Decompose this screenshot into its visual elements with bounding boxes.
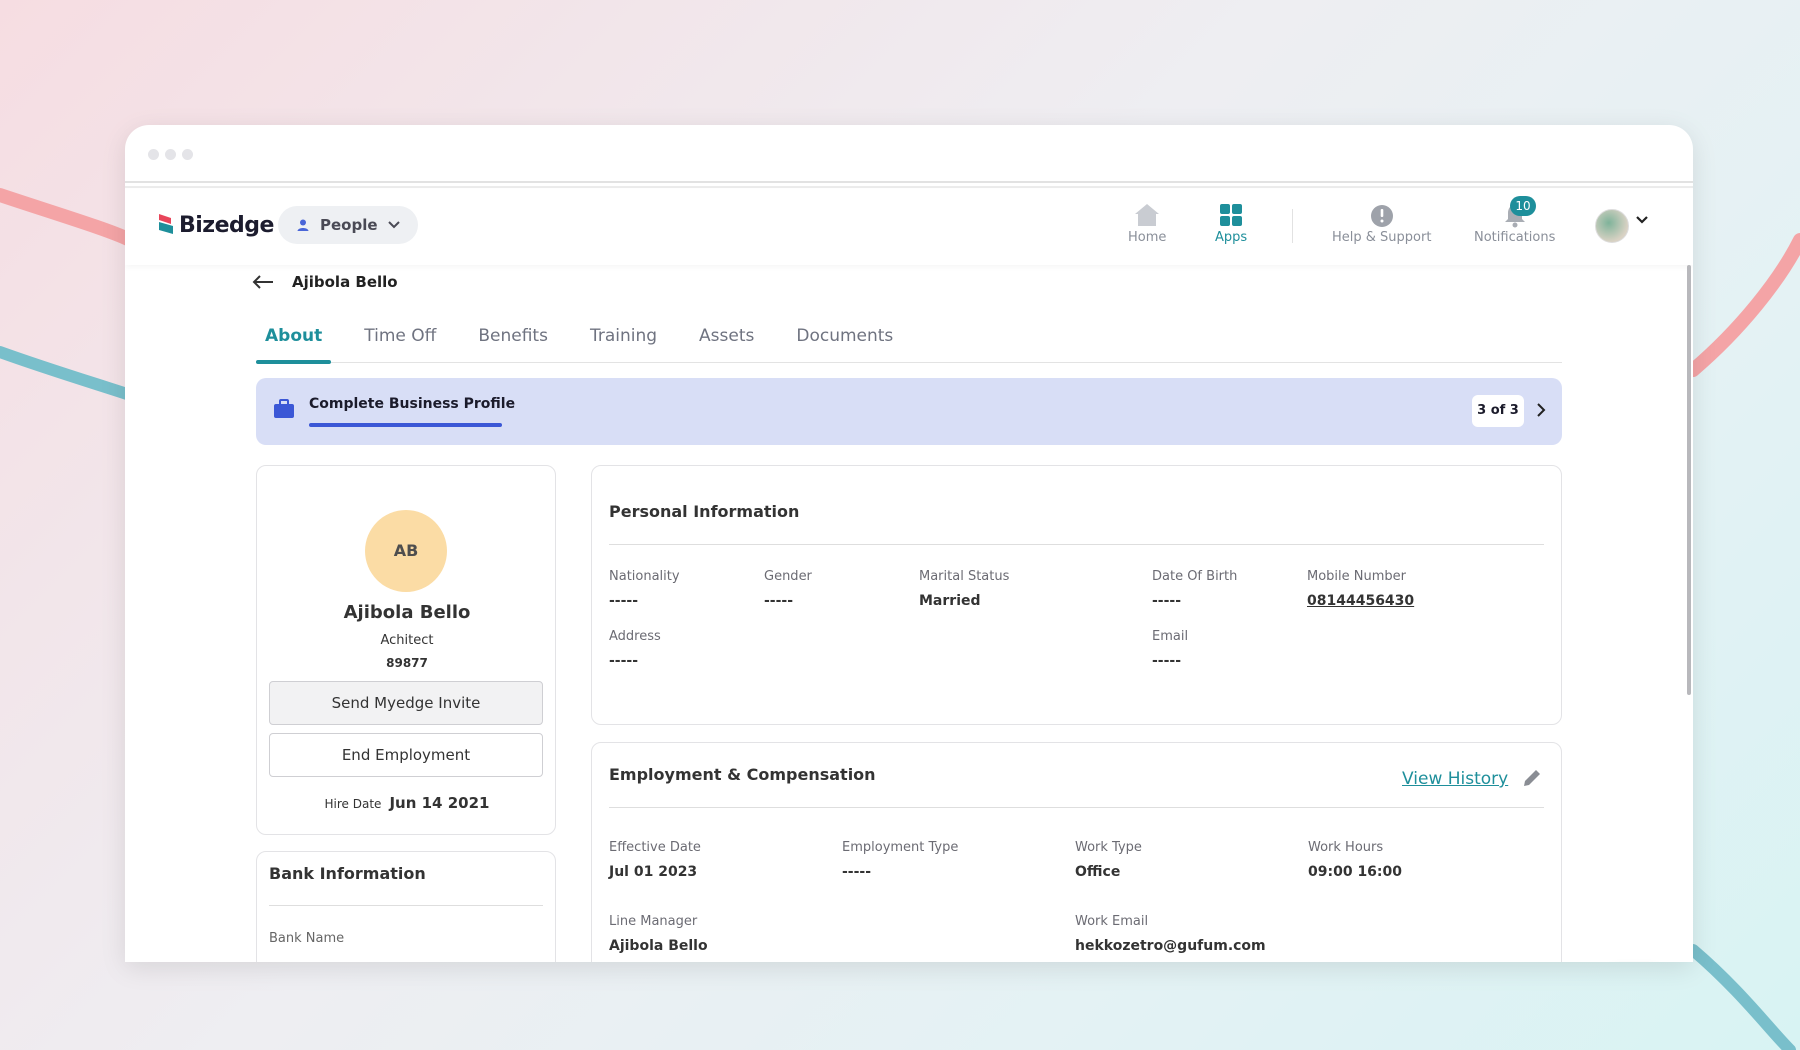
logo-mark-icon [159,214,173,234]
dob-value: ----- [1152,593,1182,609]
profile-name: Ajibola Bello [343,602,471,623]
gender-value: ----- [764,593,794,609]
bank-information-card: Bank Information Bank Name [256,851,556,962]
pencil-edit-icon[interactable] [1521,767,1543,789]
chevron-right-icon[interactable] [1535,401,1547,419]
chevron-down-icon [387,221,400,229]
banner-progress-bar [309,423,502,427]
work-email-value: hekkozetro@gufum.com [1075,938,1266,954]
nav-home-label: Home [1128,230,1167,245]
effective-date-label: Effective Date [609,840,701,855]
page-header: Ajibola Bello [252,273,398,291]
banner-title: Complete Business Profile [309,396,516,412]
nav-home[interactable]: Home [1128,202,1166,245]
work-hours-label: Work Hours [1308,840,1384,855]
complete-profile-banner[interactable]: Complete Business Profile 3 of 3 [256,378,1562,445]
work-type-label: Work Type [1075,840,1142,855]
hire-date-label: Hire Date [324,797,382,811]
work-email-label: Work Email [1075,914,1149,929]
employment-type-label: Employment Type [842,840,959,855]
work-type-value: Office [1075,864,1121,880]
logo-text: Bizedge [179,212,274,238]
notification-badge: 10 [1510,196,1536,216]
nationality-value: ----- [609,593,639,609]
tab-training[interactable]: Training [581,321,666,363]
line-manager-value: Ajibola Bello [609,938,708,954]
nav-apps-label: Apps [1215,230,1248,245]
hire-date-value: Jun 14 2021 [389,794,490,812]
info-icon [1370,205,1393,227]
personal-information-card: Personal Information Nationality ----- G… [591,465,1562,725]
profile-role: Achitect [380,633,434,648]
gender-label: Gender [764,569,812,584]
module-switcher[interactable]: People [278,206,418,244]
mobile-value[interactable]: 08144456430 [1307,593,1414,609]
apps-grid-icon [1220,204,1243,226]
end-employment-button[interactable]: End Employment [269,733,543,777]
effective-date-value: Jul 01 2023 [609,864,698,880]
app: Bizedge People Home Apps Help & Support … [125,189,1693,962]
module-label: People [320,216,378,234]
nav-help-support[interactable]: Help & Support [1332,202,1431,245]
nav-notifications-label: Notifications [1474,230,1556,245]
nav-help-label: Help & Support [1332,230,1432,245]
nationality-label: Nationality [609,569,680,584]
profile-tabs: About Time Off Benefits Training Assets … [256,321,1562,364]
work-hours-value: 09:00 16:00 [1308,864,1403,880]
bizedge-logo[interactable]: Bizedge [157,212,274,238]
chevron-down-icon[interactable] [1635,215,1649,225]
top-navigation: Bizedge People Home Apps Help & Support … [125,189,1693,265]
line-manager-label: Line Manager [609,914,698,929]
home-icon [1135,204,1160,226]
avatar: AB [365,510,447,592]
banner-step-count: 3 of 3 [1472,395,1524,427]
bank-name-label: Bank Name [269,931,345,946]
scrollbar[interactable] [1687,265,1691,695]
nav-apps[interactable]: Apps [1215,202,1247,245]
personal-title: Personal Information [609,502,800,521]
email-value: ----- [1152,653,1182,669]
marital-status-value: Married [919,593,981,609]
page-title: Ajibola Bello [292,273,398,291]
tab-time-off[interactable]: Time Off [355,321,445,363]
view-history-link[interactable]: View History [1402,769,1508,789]
address-label: Address [609,629,661,644]
marital-status-label: Marital Status [919,569,1010,584]
bank-title: Bank Information [269,864,426,883]
employment-type-value: ----- [842,864,872,880]
hire-date: Hire Date Jun 14 2021 [257,794,557,812]
profile-card: AB Ajibola Bello Achitect 89877 Send Mye… [256,465,556,835]
briefcase-icon [274,399,294,418]
employment-compensation-card: Employment & Compensation View History E… [591,742,1562,962]
tab-assets[interactable]: Assets [690,321,763,363]
email-label: Email [1152,629,1189,644]
window-titlebar [125,125,1693,183]
profile-employee-id: 89877 [386,656,428,670]
back-arrow-icon[interactable] [252,274,274,290]
browser-window: Bizedge People Home Apps Help & Support … [125,125,1693,962]
address-value: ----- [609,653,639,669]
user-avatar[interactable] [1595,209,1629,243]
dob-label: Date Of Birth [1152,569,1238,584]
tab-about[interactable]: About [256,321,332,364]
people-icon [297,219,309,231]
window-controls[interactable] [148,149,193,160]
tab-benefits[interactable]: Benefits [469,321,557,363]
mobile-label: Mobile Number [1307,569,1406,584]
main-content: Ajibola Bello About Time Off Benefits Tr… [125,265,1693,962]
send-invite-button[interactable]: Send Myedge Invite [269,681,543,725]
tab-documents[interactable]: Documents [787,321,902,363]
nav-notifications[interactable]: 10 Notifications [1474,196,1556,245]
employment-title: Employment & Compensation [609,765,876,784]
